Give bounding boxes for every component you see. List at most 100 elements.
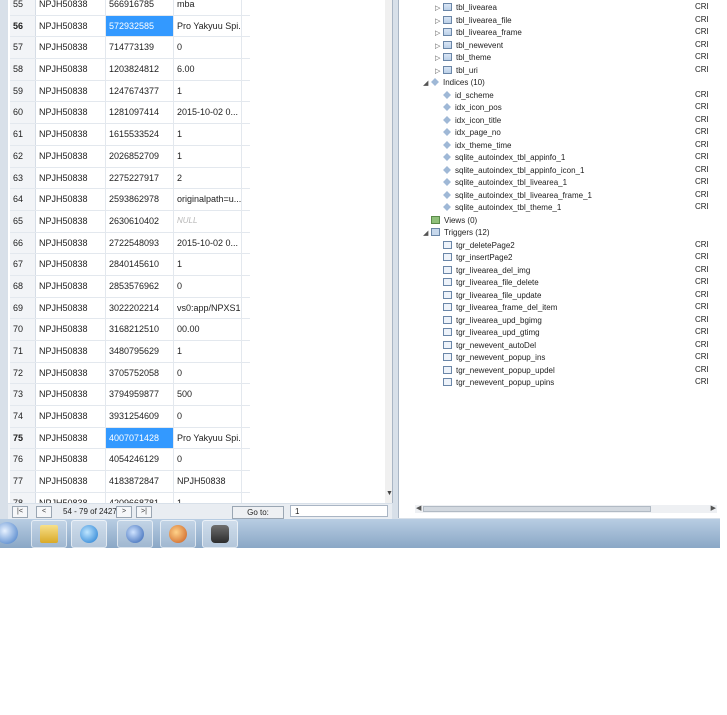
table-row[interactable]: 57 NPJH50838 714773139 0 — [10, 37, 250, 60]
table-row[interactable]: 56 NPJH50838 572932585 Pro Yakyuu Spi... — [10, 15, 250, 38]
tree-folder-indices[interactable]: ◢ Indices (10) — [423, 77, 485, 89]
id-cell[interactable]: NPJH50838 — [36, 319, 106, 340]
key-cell[interactable]: 4183872847 — [106, 471, 174, 492]
table-row[interactable]: 60 NPJH50838 1281097414 2015-10-02 0... — [10, 102, 250, 125]
tree-item-index[interactable]: id_scheme — [435, 90, 494, 102]
scroll-thumb[interactable] — [423, 506, 651, 512]
value-cell[interactable]: 1 — [174, 80, 242, 102]
value-cell[interactable]: NULL — [174, 210, 242, 232]
value-cell[interactable]: 0 — [174, 37, 242, 59]
value-cell[interactable]: 6.00 — [174, 59, 242, 80]
firefox-button[interactable] — [160, 520, 196, 548]
goto-button[interactable]: Go to: — [232, 506, 284, 519]
horizontal-scrollbar[interactable]: ◀ ▶ — [415, 505, 717, 513]
key-cell[interactable]: 4054246129 — [106, 449, 174, 471]
value-cell[interactable]: NPJH50838 — [174, 471, 242, 492]
tree-item-trigger[interactable]: tgr_insertPage2 — [435, 252, 512, 264]
value-cell[interactable]: 1 — [174, 124, 242, 145]
id-cell[interactable]: NPJH50838 — [36, 232, 106, 254]
key-cell[interactable]: 572932585 — [106, 15, 174, 37]
tree-item-index[interactable]: idx_icon_title — [435, 115, 501, 127]
value-cell[interactable]: vs0:app/NPXS1... — [174, 297, 242, 319]
value-cell[interactable]: 00.00 — [174, 319, 242, 340]
expand-icon[interactable]: ▷ — [435, 53, 443, 65]
key-cell[interactable]: 1247674377 — [106, 80, 174, 102]
goto-input[interactable]: 1 — [290, 505, 388, 517]
tree-item-trigger[interactable]: tgr_livearea_del_img — [435, 265, 530, 277]
id-cell[interactable]: NPJH50838 — [36, 210, 106, 232]
key-cell[interactable]: 4209668781 — [106, 492, 174, 503]
tree-item-index[interactable]: idx_icon_pos — [435, 102, 502, 114]
table-row[interactable]: 71 NPJH50838 3480795629 1 — [10, 341, 250, 363]
tree-item-table[interactable]: ▷ tbl_uri — [435, 65, 478, 77]
tree-item-index[interactable]: sqlite_autoindex_tbl_appinfo_icon_1 — [435, 165, 584, 177]
expand-icon[interactable]: ▷ — [435, 28, 443, 40]
tree-item-trigger[interactable]: tgr_newevent_popup_upins — [435, 377, 554, 389]
id-cell[interactable]: NPJH50838 — [36, 384, 106, 406]
id-cell[interactable]: NPJH50838 — [36, 341, 106, 362]
key-cell[interactable]: 2722548093 — [106, 232, 174, 254]
value-cell[interactable]: 1 — [174, 492, 242, 503]
table-row[interactable]: 75 NPJH50838 4007071428 Pro Yakyuu Spi... — [10, 427, 250, 450]
tree-item-index[interactable]: sqlite_autoindex_tbl_livearea_1 — [435, 177, 567, 189]
key-cell[interactable]: 3480795629 — [106, 341, 174, 362]
id-cell[interactable]: NPJH50838 — [36, 362, 106, 384]
id-cell[interactable]: NPJH50838 — [36, 449, 106, 471]
id-cell[interactable]: NPJH50838 — [36, 406, 106, 427]
last-page-button[interactable]: >| — [136, 506, 152, 518]
value-cell[interactable]: Pro Yakyuu Spi... — [174, 427, 242, 449]
value-cell[interactable]: 1 — [174, 145, 242, 167]
table-row[interactable]: 64 NPJH50838 2593862978 originalpath=u... — [10, 189, 250, 211]
tree-item-trigger[interactable]: tgr_newevent_popup_ins — [435, 352, 545, 364]
value-cell[interactable]: 0 — [174, 406, 242, 427]
id-cell[interactable]: NPJH50838 — [36, 189, 106, 210]
tree-item-index[interactable]: sqlite_autoindex_tbl_livearea_frame_1 — [435, 190, 592, 202]
tree-item-trigger[interactable]: tgr_newevent_autoDel — [435, 340, 536, 352]
vertical-scrollbar[interactable]: ▼ — [385, 0, 392, 503]
tree-folder-triggers[interactable]: ◢ Triggers (12) — [423, 227, 490, 239]
scroll-down-icon[interactable]: ▼ — [386, 490, 392, 497]
start-button-icon[interactable] — [0, 522, 18, 544]
id-cell[interactable]: NPJH50838 — [36, 471, 106, 492]
id-cell[interactable]: NPJH50838 — [36, 37, 106, 59]
tree-item-index[interactable]: idx_theme_time — [435, 140, 511, 152]
tree-item-table[interactable]: ▷ tbl_livearea_file — [435, 15, 512, 27]
expand-icon[interactable]: ▷ — [435, 16, 443, 28]
table-row[interactable]: 68 NPJH50838 2853576962 0 — [10, 275, 250, 298]
next-page-button[interactable]: > — [116, 506, 132, 518]
id-cell[interactable]: NPJH50838 — [36, 59, 106, 80]
key-cell[interactable]: 2853576962 — [106, 275, 174, 297]
table-row[interactable]: 76 NPJH50838 4054246129 0 — [10, 449, 250, 472]
key-cell[interactable]: 566916785 — [106, 0, 174, 15]
prev-page-button[interactable]: < — [36, 506, 52, 518]
id-cell[interactable]: NPJH50838 — [36, 80, 106, 102]
id-cell[interactable]: NPJH50838 — [36, 0, 106, 15]
value-cell[interactable]: 2015-10-02 0... — [174, 102, 242, 124]
data-grid[interactable]: 55 NPJH50838 566916785 mba 56 NPJH50838 572932… — [10, 0, 250, 503]
tree-folder-views[interactable]: Views (0) — [423, 215, 477, 227]
table-row[interactable]: 59 NPJH50838 1247674377 1 — [10, 80, 250, 103]
tree-item-trigger[interactable]: tgr_livearea_upd_bgimg — [435, 315, 542, 327]
key-cell[interactable]: 714773139 — [106, 37, 174, 59]
file-explorer-button[interactable] — [31, 520, 67, 548]
tree-item-trigger[interactable]: tgr_livearea_file_update — [435, 290, 541, 302]
table-row[interactable]: 73 NPJH50838 3794959877 500 — [10, 384, 250, 407]
internet-explorer-button[interactable] — [71, 520, 107, 548]
id-cell[interactable]: NPJH50838 — [36, 427, 106, 449]
key-cell[interactable]: 3931254609 — [106, 406, 174, 427]
key-cell[interactable]: 3705752058 — [106, 362, 174, 384]
table-row[interactable]: 72 NPJH50838 3705752058 0 — [10, 362, 250, 385]
tree-item-trigger[interactable]: tgr_livearea_upd_gtimg — [435, 327, 540, 339]
id-cell[interactable]: NPJH50838 — [36, 145, 106, 167]
value-cell[interactable]: Pro Yakyuu Spi... — [174, 15, 242, 37]
id-cell[interactable]: NPJH50838 — [36, 254, 106, 275]
id-cell[interactable]: NPJH50838 — [36, 167, 106, 189]
value-cell[interactable]: 500 — [174, 384, 242, 406]
id-cell[interactable]: NPJH50838 — [36, 124, 106, 145]
value-cell[interactable]: 0 — [174, 362, 242, 384]
tree-item-table[interactable]: ▷ tbl_theme — [435, 52, 491, 64]
tree-item-trigger[interactable]: tgr_livearea_file_delete — [435, 277, 539, 289]
tree-item-table[interactable]: ▷ tbl_newevent — [435, 40, 503, 52]
tree-item-index[interactable]: sqlite_autoindex_tbl_theme_1 — [435, 202, 561, 214]
value-cell[interactable]: 2015-10-02 0... — [174, 232, 242, 254]
